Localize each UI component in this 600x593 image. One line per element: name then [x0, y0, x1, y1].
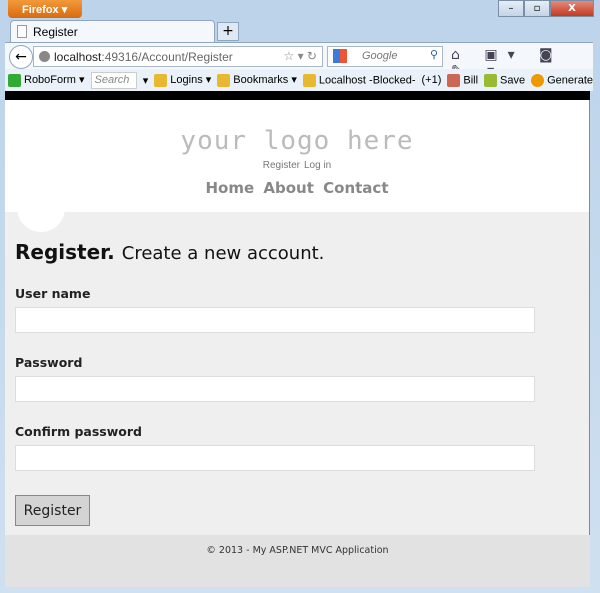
back-arrow-icon[interactable]: ← — [9, 45, 33, 69]
save-icon — [484, 73, 498, 87]
register-button[interactable]: Register — [15, 495, 90, 526]
id-card-icon — [447, 73, 461, 87]
roboform-search[interactable]: Search — [90, 71, 137, 89]
confirm-password-field[interactable] — [15, 445, 535, 471]
username-field[interactable] — [15, 307, 535, 333]
star-icon — [217, 73, 231, 87]
close-button[interactable]: X — [550, 0, 594, 17]
main-menu: Home About Contact — [5, 179, 589, 197]
minimize-button[interactable]: – — [498, 0, 524, 17]
password-field[interactable] — [15, 376, 535, 402]
star-reload-icons[interactable]: ☆ ▾ ↻ — [283, 49, 317, 63]
navigation-toolbar: ← localhost:49316/Account/Register ☆ ▾ ↻ … — [5, 42, 593, 79]
page-content: your logo here Register Log in Home About… — [5, 100, 590, 587]
url-path: :49316/Account/Register — [101, 50, 233, 64]
password-label: Password — [15, 355, 83, 370]
login-link[interactable]: Log in — [304, 160, 331, 171]
firefox-label: Firefox — [22, 4, 59, 16]
footer-text: © 2013 - My ASP.NET MVC Application — [206, 545, 389, 556]
bookmark-generate[interactable]: Generate — [531, 73, 593, 87]
bookmark-more[interactable]: (+1) — [422, 74, 442, 86]
bookmark-logins[interactable]: Logins ▾ — [154, 73, 211, 87]
tab-register[interactable]: Register — [10, 20, 215, 42]
bookmark-bookmarks[interactable]: Bookmarks ▾ — [217, 73, 297, 87]
confirm-password-label: Confirm password — [15, 424, 142, 439]
new-tab-button[interactable]: + — [217, 22, 239, 41]
bookmark-save[interactable]: Save — [484, 73, 525, 87]
browser-window: Firefox ▾ – ▫ X Register + ← localhost:4… — [0, 0, 600, 593]
search-placeholder: Google — [362, 50, 398, 62]
globe-icon — [39, 51, 50, 62]
roboform-button[interactable]: RoboForm ▾ — [8, 73, 85, 87]
menu-about[interactable]: About — [263, 179, 314, 197]
tab-title: Register — [33, 25, 78, 39]
site-header: your logo here Register Log in Home About… — [5, 100, 589, 232]
page-top-bar — [5, 91, 590, 100]
site-logo[interactable]: your logo here — [5, 100, 589, 156]
bookmark-bill[interactable]: Bill — [447, 73, 478, 87]
star-icon — [154, 73, 168, 87]
window-controls: – ▫ X — [498, 0, 594, 17]
username-label: User name — [15, 286, 91, 301]
register-link[interactable]: Register — [263, 160, 300, 171]
footer: © 2013 - My ASP.NET MVC Application — [5, 535, 590, 587]
google-icon — [333, 49, 347, 63]
bookmark-localhost[interactable]: Localhost -Blocked- — [302, 73, 416, 87]
search-box[interactable]: Google ⚲ — [327, 46, 443, 67]
maximize-button[interactable]: ▫ — [524, 0, 550, 17]
menu-home[interactable]: Home — [205, 179, 254, 197]
register-form: Register. Create a new account. User nam… — [5, 212, 589, 526]
login-links: Register Log in — [5, 160, 589, 171]
url-bar[interactable]: localhost:49316/Account/Register ☆ ▾ ↻ — [33, 46, 323, 67]
bookmarks-toolbar: RoboForm ▾ Search ▾ Logins ▾ Bookmarks ▾… — [5, 69, 593, 91]
menu-contact[interactable]: Contact — [323, 179, 388, 197]
lightning-icon — [531, 73, 545, 87]
star-icon — [302, 73, 316, 87]
page-title: Register. Create a new account. — [15, 240, 325, 264]
url-host: localhost — [54, 50, 102, 64]
search-icon[interactable]: ⚲ — [430, 48, 438, 61]
roboform-icon — [8, 73, 21, 87]
page-subtitle: Create a new account. — [121, 243, 325, 264]
page-icon — [17, 25, 27, 38]
firefox-menu-button[interactable]: Firefox ▾ — [8, 0, 82, 18]
